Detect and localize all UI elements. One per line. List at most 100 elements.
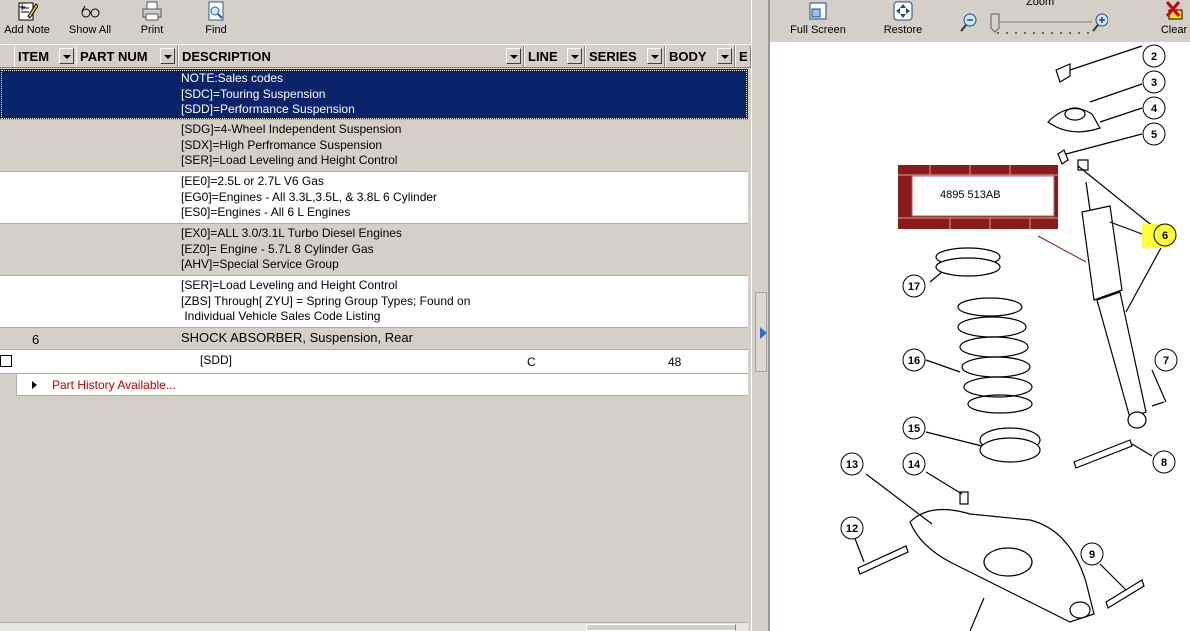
- part-select-checkbox[interactable]: [0, 355, 12, 367]
- col-part-num-label: PART NUM: [80, 49, 148, 64]
- clear-button[interactable]: Clear: [1156, 0, 1190, 42]
- splitter-handle[interactable]: [755, 292, 767, 372]
- col-item-filter-dropdown[interactable]: [59, 48, 74, 64]
- svg-text:9: 9: [1089, 549, 1095, 561]
- part-history-row[interactable]: Part History Available...: [16, 374, 748, 396]
- note-row[interactable]: [EE0]=2.5L or 2.7L V6 Gas [EG0]=Engines …: [0, 172, 748, 224]
- callout-14[interactable]: 14: [902, 452, 926, 476]
- callout-7[interactable]: 7: [1154, 348, 1178, 372]
- leader-line: [969, 597, 985, 631]
- callout-12[interactable]: 12: [840, 516, 864, 540]
- zoom-slider-thumb[interactable]: [990, 13, 1000, 33]
- col-body[interactable]: BODY: [665, 46, 735, 67]
- callout-8[interactable]: 8: [1152, 450, 1176, 474]
- clear-icon: [1165, 1, 1183, 20]
- callout-16[interactable]: 16: [902, 348, 926, 372]
- note-row[interactable]: [EX0]=ALL 3.0/3.1L Turbo Diesel Engines …: [0, 224, 748, 276]
- col-line[interactable]: LINE: [524, 46, 585, 67]
- note-row-text: [SDG]=4-Wheel Independent Suspension [SD…: [181, 122, 402, 168]
- bolt-8: [1073, 439, 1133, 469]
- svg-text:7: 7: [1163, 355, 1169, 367]
- bushing-part: [1077, 159, 1089, 171]
- callout-6[interactable]: 6: [1142, 223, 1177, 248]
- add-note-label: Add Note: [4, 24, 50, 36]
- expand-arrow-icon[interactable]: [32, 381, 37, 389]
- item-description: SHOCK ABSORBER, Suspension, Rear: [181, 330, 413, 345]
- col-description-filter-dropdown[interactable]: [506, 48, 521, 64]
- find-icon: [208, 1, 224, 21]
- callout-2[interactable]: 2: [1142, 44, 1166, 68]
- clear-label: Clear: [1160, 24, 1188, 36]
- item-row[interactable]: 6 SHOCK ABSORBER, Suspension, Rear: [0, 328, 748, 350]
- horizontal-scrollbar[interactable]: [0, 622, 748, 631]
- leader-line: [925, 471, 963, 495]
- scrollbar-thumb[interactable]: [586, 624, 736, 631]
- svg-text:8: 8: [1161, 457, 1167, 469]
- col-part-num[interactable]: PART NUM: [76, 46, 178, 67]
- part-history-link[interactable]: Part History Available...: [52, 378, 176, 394]
- printer-icon: [142, 1, 162, 21]
- pane-splitter[interactable]: [751, 0, 768, 631]
- col-line-filter-dropdown[interactable]: [567, 48, 582, 64]
- col-item[interactable]: ITEM: [14, 46, 77, 67]
- expand-right-icon[interactable]: [760, 327, 767, 339]
- shock-eye: [1127, 411, 1147, 429]
- full-screen-button[interactable]: Full Screen: [788, 0, 848, 42]
- note-row[interactable]: NOTE:Sales codes [SDC]=Touring Suspensio…: [0, 69, 748, 120]
- restore-label: Restore: [883, 24, 923, 36]
- note-row-text: [SER]=Load Leveling and Height Control […: [181, 278, 471, 324]
- full-screen-label: Full Screen: [790, 24, 846, 36]
- leader-line: [1151, 369, 1167, 403]
- note-row[interactable]: [SDG]=4-Wheel Independent Suspension [SD…: [0, 120, 748, 172]
- col-series[interactable]: SERIES: [585, 46, 665, 67]
- callout-15[interactable]: 15: [902, 416, 926, 440]
- label-pointer: [1037, 235, 1087, 263]
- col-part-num-filter-dropdown[interactable]: [160, 48, 175, 64]
- show-all-button[interactable]: Show All: [64, 0, 116, 42]
- col-body-label: BODY: [669, 49, 707, 64]
- bolt-12: [857, 545, 909, 575]
- callout-5[interactable]: 5: [1142, 122, 1166, 146]
- note-row[interactable]: [SER]=Load Leveling and Height Control […: [0, 276, 748, 328]
- leader-line: [853, 535, 865, 563]
- col-e[interactable]: E: [735, 46, 751, 67]
- bolt-9: [1105, 579, 1145, 609]
- svg-text:13: 13: [846, 459, 858, 471]
- leader-line: [865, 473, 933, 525]
- restore-button[interactable]: Restore: [878, 0, 928, 42]
- callout-4[interactable]: 4: [1142, 96, 1166, 120]
- note-row-text: [EX0]=ALL 3.0/3.1L Turbo Diesel Engines …: [181, 226, 402, 272]
- svg-text:15: 15: [908, 423, 920, 435]
- shock-tube: [1096, 291, 1147, 419]
- svg-text:16: 16: [908, 355, 920, 367]
- callout-17[interactable]: 17: [902, 274, 926, 298]
- part-row[interactable]: [SDD] C 48: [0, 350, 748, 374]
- callout-9[interactable]: 9: [1080, 542, 1104, 566]
- print-label: Print: [140, 24, 164, 36]
- shock-body: [1081, 205, 1123, 301]
- col-series-filter-dropdown[interactable]: [647, 48, 662, 64]
- part-code: [SDD]: [200, 353, 233, 367]
- leader-line: [1069, 45, 1143, 71]
- leader-line: [1099, 107, 1143, 123]
- parts-list-pane: + Add Note Show All Print Find ITEM PART…: [0, 0, 751, 631]
- parts-diagram[interactable]: 4895 513AB 2 3 4 5 6 7 8 9 12 13 14 15 1…: [770, 42, 1190, 631]
- diagram-pane: Full Screen Restore Zoom Clear 4895 513A…: [768, 0, 1190, 631]
- svg-text:12: 12: [846, 523, 858, 535]
- col-body-filter-dropdown[interactable]: [717, 48, 732, 64]
- zoom-in-icon[interactable]: [1092, 13, 1108, 32]
- leader-line: [1151, 401, 1165, 407]
- col-line-label: LINE: [528, 49, 558, 64]
- lower-seat-base: [979, 437, 1041, 463]
- leader-line: [925, 431, 983, 447]
- leader-line: [1131, 443, 1153, 457]
- part-number-label[interactable]: 4895 513AB: [898, 165, 1058, 229]
- col-description[interactable]: DESCRIPTION: [178, 46, 524, 67]
- callout-3[interactable]: 3: [1142, 70, 1166, 94]
- callout-13[interactable]: 13: [840, 452, 864, 476]
- leader-line: [1065, 133, 1143, 155]
- add-note-button[interactable]: + Add Note: [2, 0, 52, 42]
- find-button[interactable]: Find: [196, 0, 236, 42]
- zoom-out-icon[interactable]: [960, 13, 977, 32]
- print-button[interactable]: Print: [132, 0, 172, 42]
